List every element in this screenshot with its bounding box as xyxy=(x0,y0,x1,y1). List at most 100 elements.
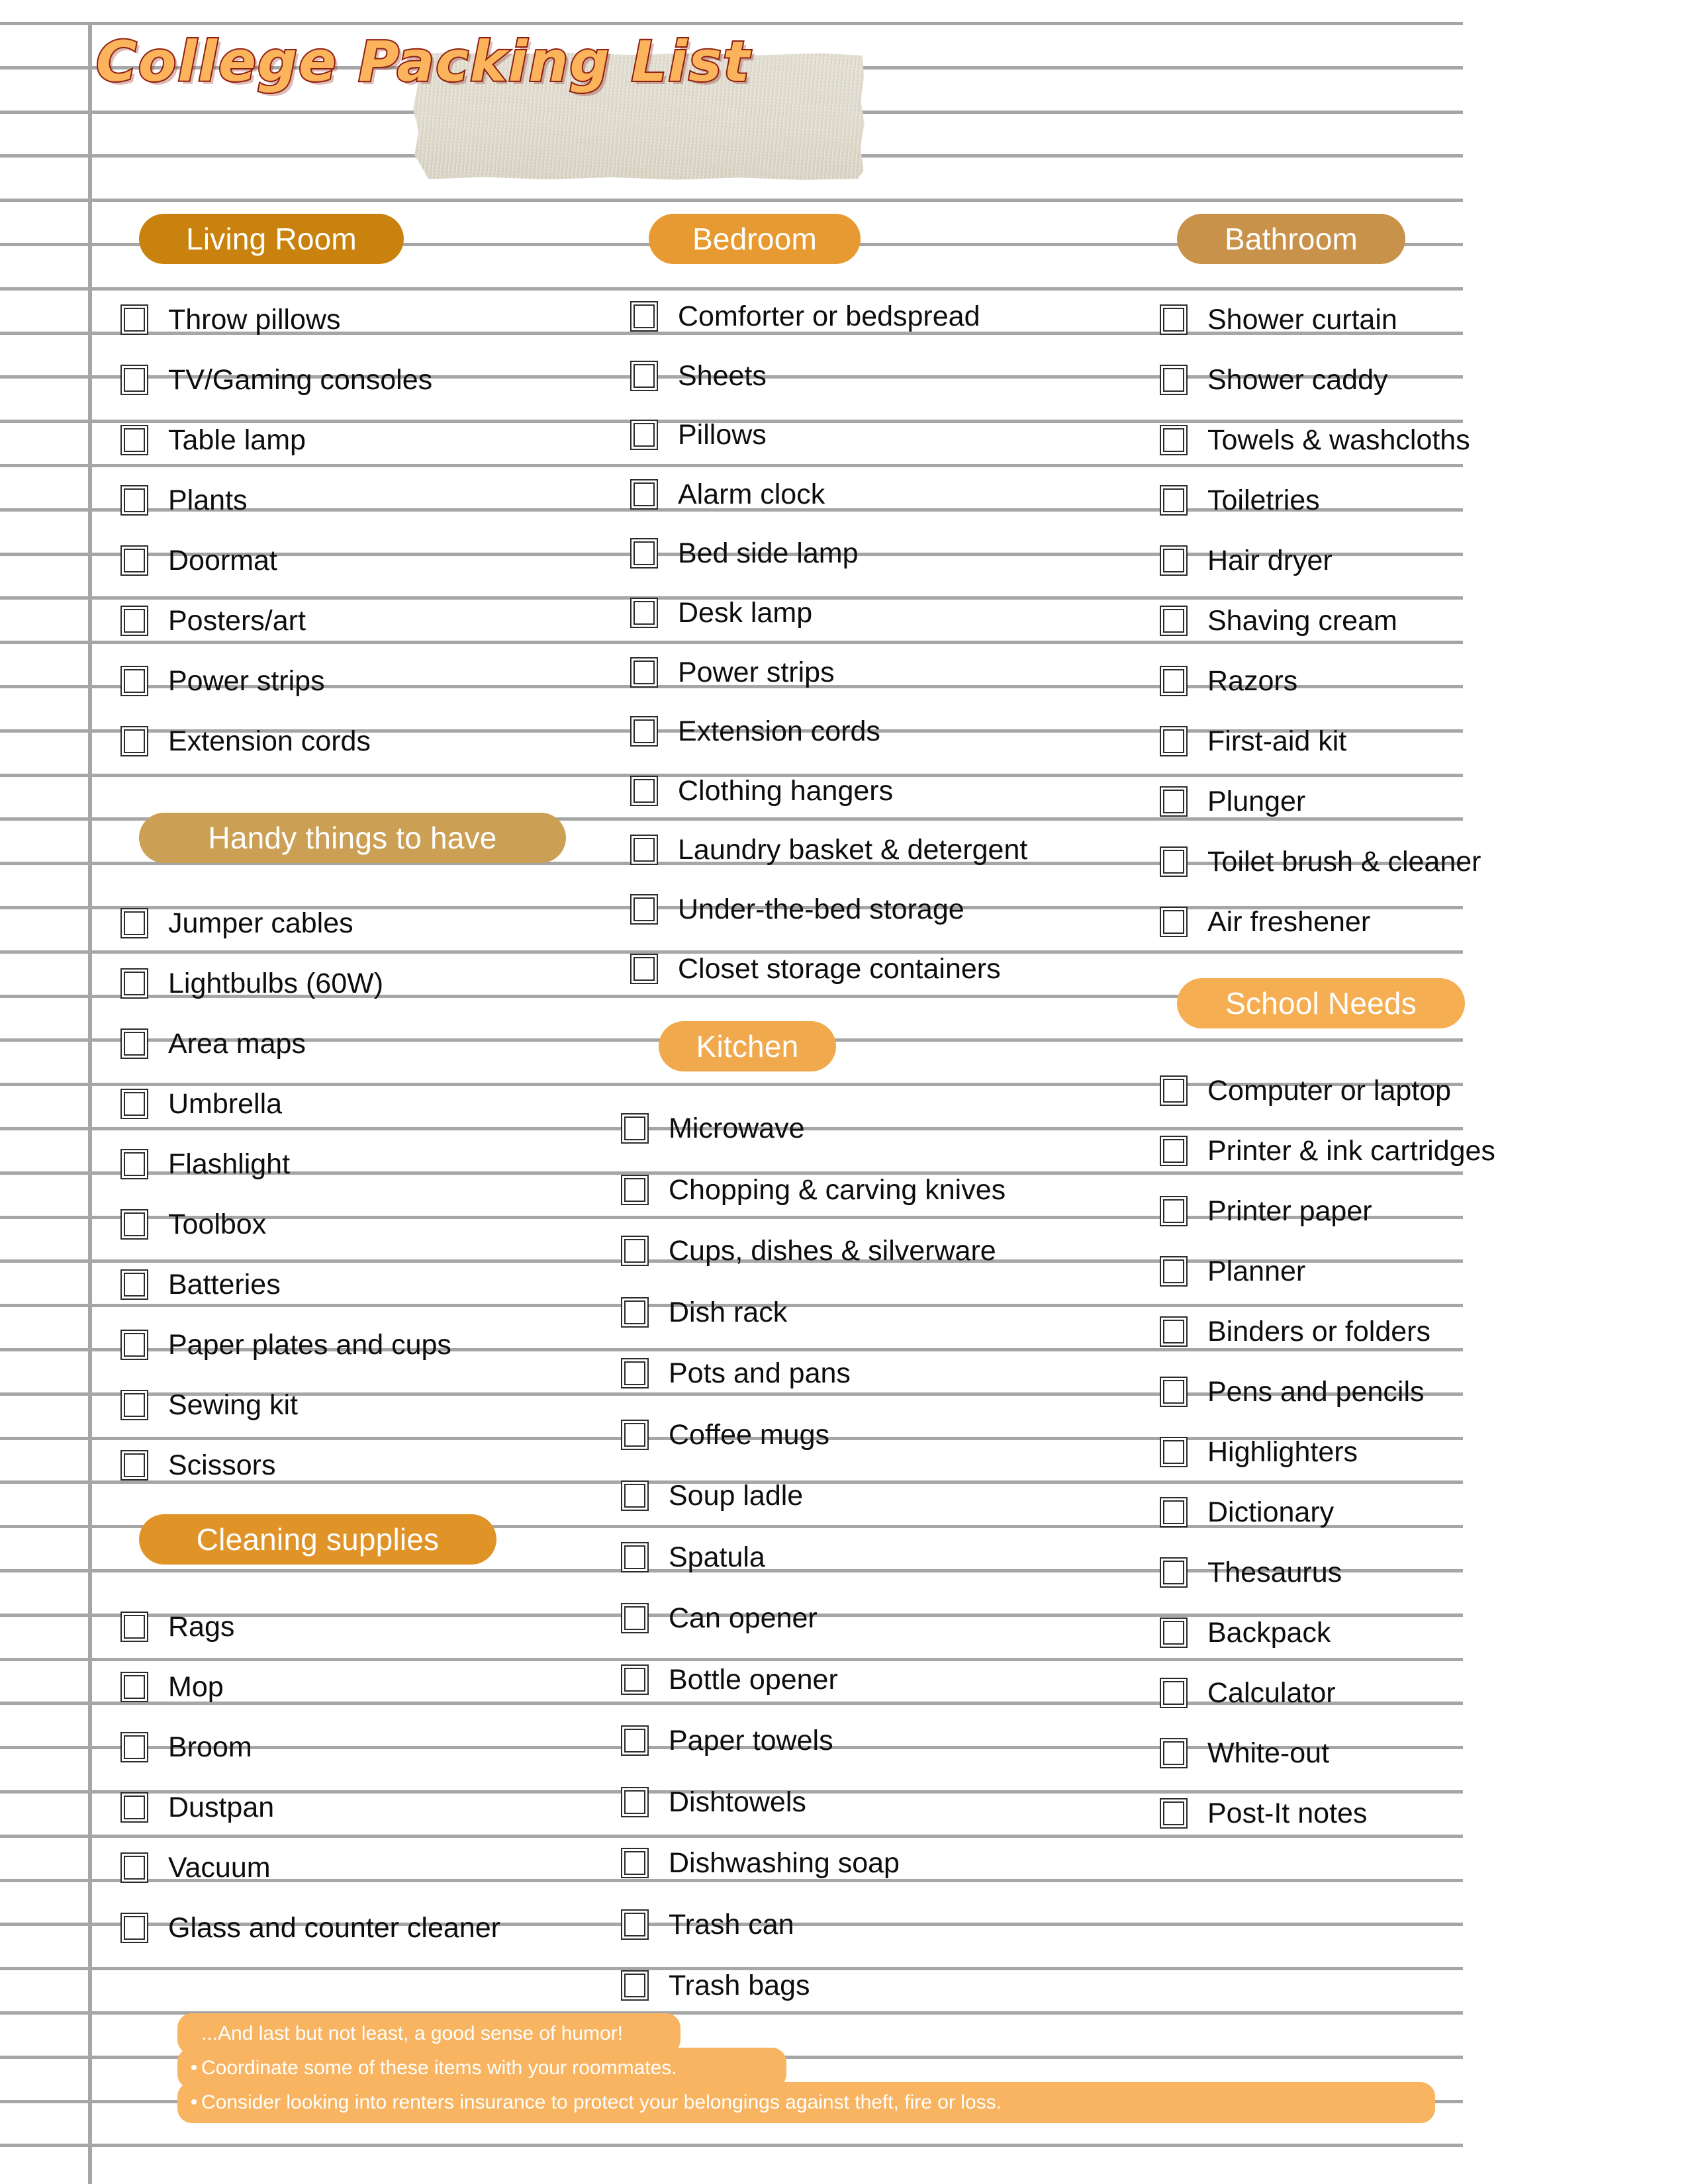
checkbox-icon[interactable] xyxy=(630,301,658,332)
checklist-item[interactable]: Post-It notes xyxy=(1160,1798,1367,1829)
checklist-item[interactable]: Desk lamp xyxy=(630,598,812,628)
checklist-item[interactable]: Printer paper xyxy=(1160,1196,1372,1226)
checkbox-icon[interactable] xyxy=(1160,1136,1188,1166)
checkbox-icon[interactable] xyxy=(120,304,148,335)
checklist-item[interactable]: Table lamp xyxy=(120,425,306,455)
checklist-item[interactable]: Coffee mugs xyxy=(621,1420,829,1450)
checkbox-icon[interactable] xyxy=(120,485,148,516)
checkbox-icon[interactable] xyxy=(1160,1738,1188,1768)
checkbox-icon[interactable] xyxy=(1160,1617,1188,1648)
checkbox-icon[interactable] xyxy=(1160,1196,1188,1226)
checklist-item[interactable]: Plants xyxy=(120,485,248,516)
checklist-item[interactable]: Dish rack xyxy=(621,1297,787,1328)
checkbox-icon[interactable] xyxy=(1160,1316,1188,1347)
checkbox-icon[interactable] xyxy=(621,1909,649,1940)
checklist-item[interactable]: Dustpan xyxy=(120,1792,274,1823)
checkbox-icon[interactable] xyxy=(630,894,658,925)
checklist-item[interactable]: Trash can xyxy=(621,1909,794,1940)
checkbox-icon[interactable] xyxy=(630,954,658,984)
checklist-item[interactable]: Broom xyxy=(120,1732,252,1762)
checklist-item[interactable]: Bed side lamp xyxy=(630,538,859,569)
checklist-item[interactable]: Plunger xyxy=(1160,786,1305,817)
checklist-item[interactable]: Clothing hangers xyxy=(630,776,893,806)
checkbox-icon[interactable] xyxy=(120,545,148,576)
checklist-item[interactable]: Backpack xyxy=(1160,1617,1331,1648)
checkbox-icon[interactable] xyxy=(1160,425,1188,455)
checkbox-icon[interactable] xyxy=(120,1028,148,1059)
checkbox-icon[interactable] xyxy=(120,1390,148,1420)
checkbox-icon[interactable] xyxy=(621,1175,649,1205)
checkbox-icon[interactable] xyxy=(1160,485,1188,516)
checklist-item[interactable]: Flashlight xyxy=(120,1149,290,1179)
checkbox-icon[interactable] xyxy=(621,1480,649,1511)
checklist-item[interactable]: Pillows xyxy=(630,420,767,450)
checklist-item[interactable]: Shaving cream xyxy=(1160,606,1397,636)
checkbox-icon[interactable] xyxy=(630,657,658,688)
checkbox-icon[interactable] xyxy=(1160,606,1188,636)
checklist-item[interactable]: Posters/art xyxy=(120,606,306,636)
checklist-item[interactable]: Extension cords xyxy=(120,726,371,756)
checkbox-icon[interactable] xyxy=(630,361,658,391)
checklist-item[interactable]: Power strips xyxy=(120,666,325,696)
checklist-item[interactable]: Scissors xyxy=(120,1450,275,1480)
checklist-item[interactable]: Microwave xyxy=(621,1113,805,1144)
checkbox-icon[interactable] xyxy=(621,1787,649,1817)
checklist-item[interactable]: Razors xyxy=(1160,666,1297,696)
checkbox-icon[interactable] xyxy=(1160,1678,1188,1708)
checklist-item[interactable]: Laundry basket & detergent xyxy=(630,835,1027,865)
checklist-item[interactable]: Mop xyxy=(120,1672,224,1702)
checkbox-icon[interactable] xyxy=(120,1450,148,1480)
checklist-item[interactable]: Closet storage containers xyxy=(630,954,1001,984)
checkbox-icon[interactable] xyxy=(1160,1557,1188,1588)
checklist-item[interactable]: Toilet brush & cleaner xyxy=(1160,846,1481,877)
checklist-item[interactable]: Dishwashing soap xyxy=(621,1848,900,1878)
checklist-item[interactable]: Glass and counter cleaner xyxy=(120,1913,500,1943)
checkbox-icon[interactable] xyxy=(621,1664,649,1695)
checkbox-icon[interactable] xyxy=(1160,304,1188,335)
checkbox-icon[interactable] xyxy=(621,1236,649,1266)
checklist-item[interactable]: Computer or laptop xyxy=(1160,1075,1451,1106)
checklist-item[interactable]: TV/Gaming consoles xyxy=(120,365,432,395)
checkbox-icon[interactable] xyxy=(1160,1497,1188,1527)
checkbox-icon[interactable] xyxy=(120,908,148,938)
checklist-item[interactable]: Lightbulbs (60W) xyxy=(120,968,383,999)
checkbox-icon[interactable] xyxy=(621,1603,649,1633)
checkbox-icon[interactable] xyxy=(120,1852,148,1883)
checkbox-icon[interactable] xyxy=(120,1792,148,1823)
checkbox-icon[interactable] xyxy=(120,425,148,455)
checklist-item[interactable]: Vacuum xyxy=(120,1852,271,1883)
checklist-item[interactable]: Thesaurus xyxy=(1160,1557,1342,1588)
checklist-item[interactable]: Paper towels xyxy=(621,1725,833,1756)
checklist-item[interactable]: Air freshener xyxy=(1160,907,1370,937)
checklist-item[interactable]: Dishtowels xyxy=(621,1787,806,1817)
checkbox-icon[interactable] xyxy=(630,538,658,569)
checkbox-icon[interactable] xyxy=(120,1913,148,1943)
checklist-item[interactable]: Bottle opener xyxy=(621,1664,838,1695)
checkbox-icon[interactable] xyxy=(1160,726,1188,756)
checkbox-icon[interactable] xyxy=(1160,666,1188,696)
checklist-item[interactable]: Soup ladle xyxy=(621,1480,803,1511)
checklist-item[interactable]: Under-the-bed storage xyxy=(630,894,964,925)
checklist-item[interactable]: Rags xyxy=(120,1612,234,1642)
checklist-item[interactable]: Doormat xyxy=(120,545,277,576)
checklist-item[interactable]: Highlighters xyxy=(1160,1437,1358,1467)
checkbox-icon[interactable] xyxy=(1160,365,1188,395)
checklist-item[interactable]: Area maps xyxy=(120,1028,306,1059)
checklist-item[interactable]: White-out xyxy=(1160,1738,1329,1768)
checklist-item[interactable]: Batteries xyxy=(120,1269,281,1300)
checkbox-icon[interactable] xyxy=(1160,846,1188,877)
checklist-item[interactable]: Printer & ink cartridges xyxy=(1160,1136,1495,1166)
checkbox-icon[interactable] xyxy=(120,1269,148,1300)
checklist-item[interactable]: Throw pillows xyxy=(120,304,340,335)
checklist-item[interactable]: Sheets xyxy=(630,361,767,391)
checkbox-icon[interactable] xyxy=(621,1848,649,1878)
checkbox-icon[interactable] xyxy=(120,666,148,696)
checkbox-icon[interactable] xyxy=(1160,786,1188,817)
checkbox-icon[interactable] xyxy=(120,606,148,636)
checklist-item[interactable]: Calculator xyxy=(1160,1678,1336,1708)
checklist-item[interactable]: Paper plates and cups xyxy=(120,1330,451,1360)
checklist-item[interactable]: Binders or folders xyxy=(1160,1316,1430,1347)
checkbox-icon[interactable] xyxy=(120,1732,148,1762)
checklist-item[interactable]: Umbrella xyxy=(120,1089,282,1119)
checklist-item[interactable]: Shower caddy xyxy=(1160,365,1388,395)
